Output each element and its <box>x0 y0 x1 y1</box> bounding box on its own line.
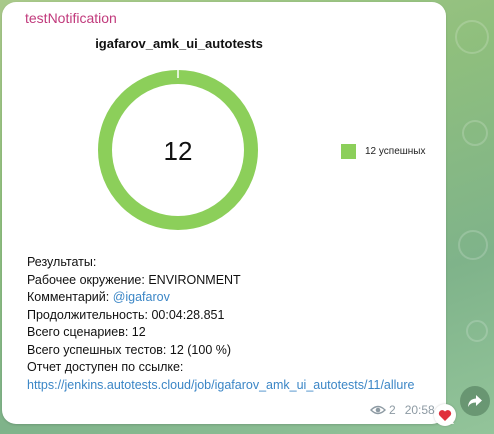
duration-value: 00:04:28.851 <box>147 307 225 322</box>
passed-value: 12 (100 %) <box>166 342 232 357</box>
share-button[interactable] <box>460 386 490 416</box>
chart-center-value: 12 <box>164 136 193 166</box>
report-link[interactable]: https://jenkins.autotests.cloud/job/igaf… <box>27 377 437 395</box>
background-doodle <box>458 230 488 260</box>
chart-title: igafarov_amk_ui_autotests <box>95 36 263 51</box>
duration-label: Продолжительность: <box>27 307 148 322</box>
scenarios-value: 12 <box>128 325 146 339</box>
report-label: Отчет доступен по ссылке: <box>27 360 184 374</box>
background-doodle <box>466 320 488 342</box>
background-doodle <box>455 20 489 54</box>
mention-link[interactable]: @igafarov <box>113 290 170 304</box>
heart-icon <box>438 409 452 421</box>
legend-swatch <box>341 144 356 159</box>
views-count: 2 <box>389 403 396 417</box>
background-doodle <box>462 120 488 146</box>
scenarios-row: Всего сценариев: 12 <box>27 324 445 342</box>
environment-label: Рабочее окружение: <box>27 272 145 287</box>
message-meta: 2 20:58 <box>370 403 435 417</box>
donut-chart: 12 <box>98 63 258 230</box>
share-icon <box>468 395 482 407</box>
environment-value: ENVIRONMENT <box>144 272 241 287</box>
sender-name[interactable]: testNotification <box>25 10 117 26</box>
results-heading: Результаты: <box>27 255 97 269</box>
legend-label: 12 успешных <box>365 146 426 157</box>
passed-row: Всего успешных тестов: 12 (100 %) <box>27 342 445 360</box>
heart-reaction[interactable] <box>434 404 456 426</box>
environment-row: Рабочее окружение: ENVIRONMENT <box>27 272 445 290</box>
comment-row: Комментарий: @igafarov <box>27 289 445 307</box>
comment-label: Комментарий: <box>27 290 110 304</box>
duration-row: Продолжительность: 00:04:28.851 <box>27 307 445 325</box>
scenarios-label: Всего сценариев: <box>27 325 129 339</box>
eye-icon <box>370 405 386 415</box>
message-time: 20:58 <box>404 403 435 417</box>
report-info: Результаты: Рабочее окружение: ENVIRONME… <box>27 254 445 394</box>
passed-label: Всего успешных тестов: <box>27 342 167 357</box>
